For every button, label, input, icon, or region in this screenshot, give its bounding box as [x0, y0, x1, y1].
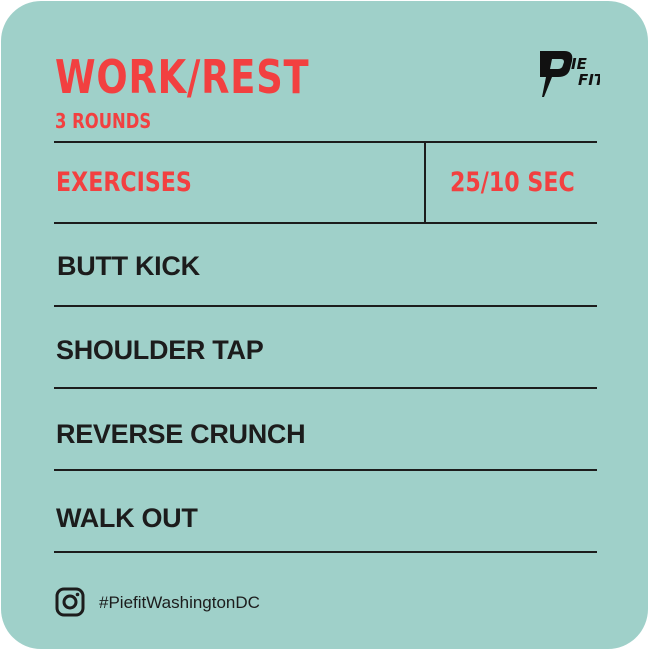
instagram-icon	[55, 587, 85, 617]
row-divider	[54, 469, 597, 471]
rounds-label: 3 ROUNDS	[55, 109, 152, 133]
timing-column-header: 25/10 SEC	[450, 167, 575, 198]
table-top-divider	[54, 141, 597, 143]
table-bottom-divider	[54, 551, 597, 553]
hashtag-label: #PiefitWashingtonDC	[99, 593, 260, 612]
row-divider	[54, 387, 597, 389]
header-divider	[54, 222, 597, 224]
row-divider	[54, 305, 597, 307]
exercises-column-header: EXERCISES	[56, 167, 192, 198]
column-divider	[424, 142, 426, 224]
svg-text:FIT: FIT	[578, 71, 600, 89]
exercise-item: REVERSE CRUNCH	[56, 419, 306, 449]
piefit-logo-icon: IE FIT	[540, 51, 600, 97]
workout-title: WORK/REST	[55, 50, 310, 104]
exercise-item: WALK OUT	[56, 503, 198, 533]
exercise-item: BUTT KICK	[57, 251, 200, 281]
workout-card: WORK/REST 3 ROUNDS IE FIT EXERCISES 25/1…	[1, 1, 648, 649]
exercise-item: SHOULDER TAP	[56, 335, 264, 365]
